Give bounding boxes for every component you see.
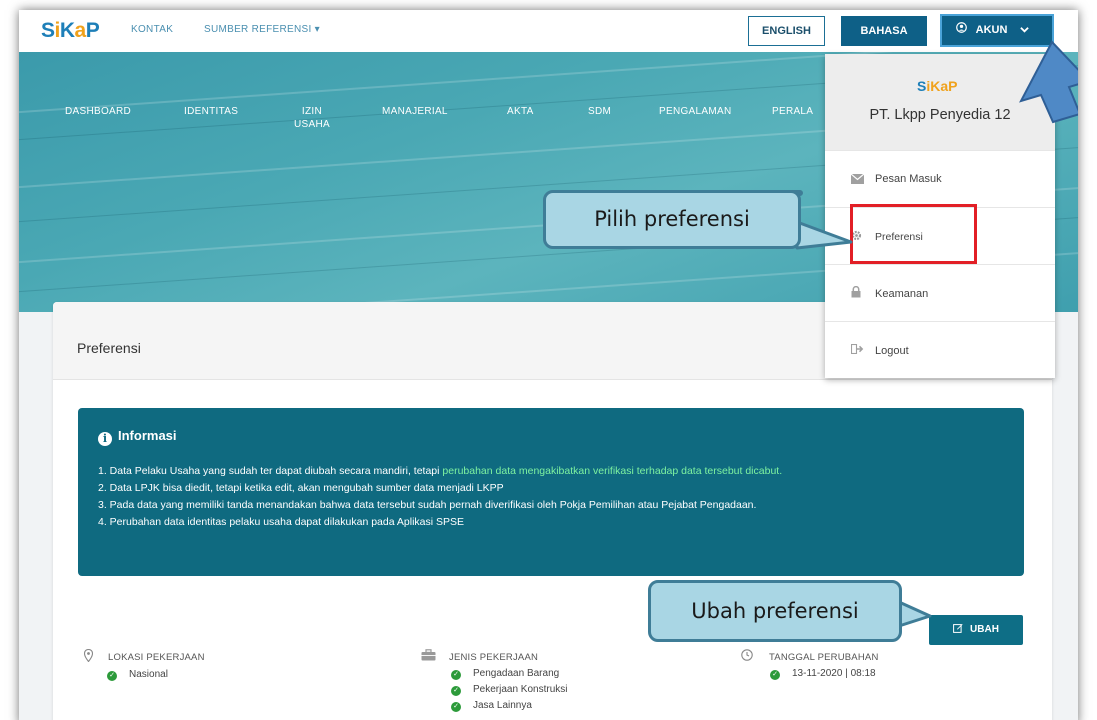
callout-tail [897,600,932,628]
screenshot-frame: SiKaP KONTAK SUMBER REFERENSI ▾ ENGLISH … [0,0,1097,720]
callout-tail [795,220,853,250]
pointer-arrow-icon [1019,40,1078,124]
page: SiKaP KONTAK SUMBER REFERENSI ▾ ENGLISH … [19,10,1078,720]
callout-pilih-preferensi: Pilih preferensi [543,190,801,249]
callout-ubah-preferensi: Ubah preferensi [648,580,902,642]
annotation-overlay [795,40,1078,628]
